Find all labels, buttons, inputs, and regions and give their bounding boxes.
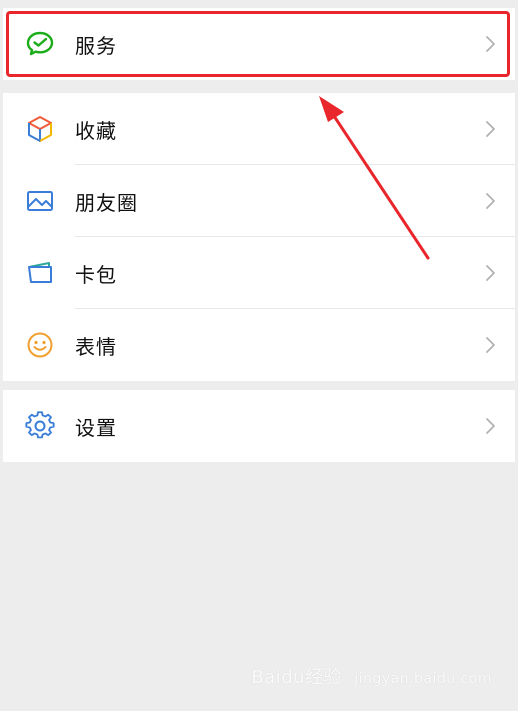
settings-row[interactable]: 设置 bbox=[3, 390, 515, 462]
moments-image-icon bbox=[27, 191, 53, 211]
watermark-brand: Bai bbox=[251, 667, 282, 688]
favorites-cube-icon bbox=[28, 116, 52, 142]
watermark-paw: du bbox=[281, 667, 306, 688]
main-menu-group: 收藏 朋友圈 卡包 表情 bbox=[3, 93, 515, 381]
card-wallet-label: 卡包 bbox=[75, 262, 117, 287]
stickers-label: 表情 bbox=[75, 334, 117, 359]
stickers-row[interactable]: 表情 bbox=[3, 309, 515, 381]
chevron-right-icon bbox=[486, 121, 495, 137]
favorites-label: 收藏 bbox=[75, 118, 117, 143]
settings-group: 设置 bbox=[3, 390, 515, 462]
smiley-icon bbox=[27, 332, 53, 358]
chevron-right-icon bbox=[486, 265, 495, 281]
watermark: Baidu经验 jingyan.baidu.com bbox=[251, 663, 492, 689]
favorites-row[interactable]: 收藏 bbox=[3, 93, 515, 165]
moments-row[interactable]: 朋友圈 bbox=[3, 165, 515, 237]
chevron-right-icon bbox=[486, 193, 495, 209]
card-wallet-row[interactable]: 卡包 bbox=[3, 237, 515, 309]
watermark-tail: 经验 bbox=[305, 667, 343, 688]
highlight-box bbox=[6, 11, 510, 77]
gear-icon bbox=[25, 411, 55, 439]
moments-label: 朋友圈 bbox=[75, 190, 138, 215]
chevron-right-icon bbox=[486, 418, 495, 434]
card-wallet-icon bbox=[28, 262, 52, 283]
chevron-right-icon bbox=[486, 337, 495, 353]
settings-label: 设置 bbox=[75, 415, 117, 440]
watermark-url: jingyan.baidu.com bbox=[354, 671, 492, 687]
